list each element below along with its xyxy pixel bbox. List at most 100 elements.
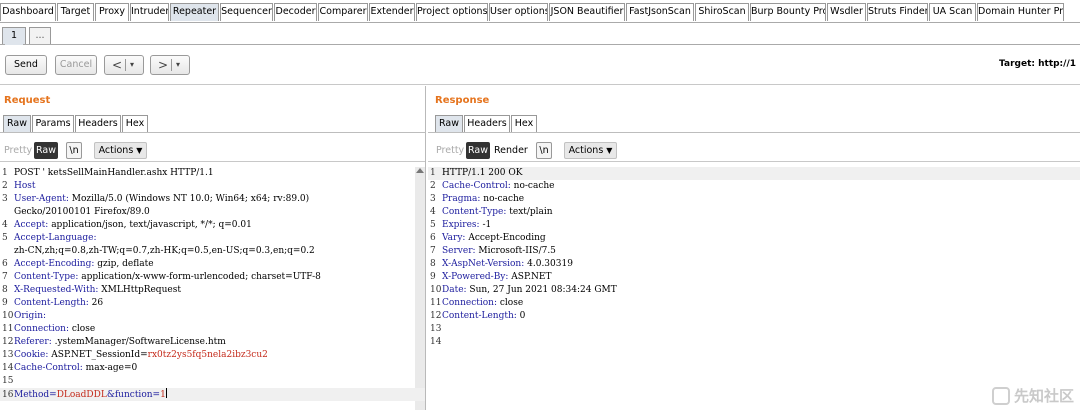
- render-button[interactable]: Render: [493, 142, 528, 159]
- tab-struts-finder[interactable]: Struts Finder: [867, 3, 928, 21]
- header-name: Pragma:: [442, 194, 481, 204]
- header-value: .ystemManager/SoftwareLicense.htm: [51, 337, 226, 347]
- newline-toggle-button[interactable]: \n: [66, 142, 82, 159]
- response-tab-raw[interactable]: Raw: [435, 115, 463, 133]
- line-number: 10: [430, 285, 442, 295]
- tab-wsdler[interactable]: Wsdler: [827, 3, 866, 21]
- response-tab-headers[interactable]: Headers: [464, 115, 510, 133]
- main-tab-bar: Dashboard Target Proxy Intruder Repeater Sequ…: [0, 0, 1080, 23]
- request-tab-hex[interactable]: Hex: [122, 115, 148, 133]
- request-tab-raw[interactable]: Raw: [3, 115, 31, 133]
- divider: [428, 132, 1080, 133]
- response-tab-hex[interactable]: Hex: [511, 115, 537, 133]
- tab-fastjsonscan[interactable]: FastJsonScan: [626, 3, 694, 21]
- history-back-button[interactable]: < ▾: [104, 55, 144, 75]
- raw-button[interactable]: Raw: [466, 142, 490, 159]
- header-name: Vary:: [442, 233, 466, 243]
- request-tab-params[interactable]: Params: [32, 115, 74, 133]
- tab-decoder[interactable]: Decoder: [274, 3, 317, 21]
- editor-line: 3 Pragma: no-cache: [428, 193, 1080, 206]
- header-name: Cache-Control:: [442, 181, 511, 191]
- line-number: 7: [2, 272, 8, 282]
- line-number: 13: [430, 324, 442, 334]
- editor-line: 9 Content-Length: 26: [0, 297, 425, 310]
- header-name: Accept-Language:: [14, 233, 97, 243]
- tab-burp-bounty-pro[interactable]: Burp Bounty Pro: [750, 3, 826, 21]
- tab-extender[interactable]: Extender: [369, 3, 415, 21]
- header-value: application/x-www-form-urlencoded; chars…: [78, 272, 321, 282]
- cancel-button[interactable]: Cancel: [55, 55, 97, 75]
- history-forward-button[interactable]: > ▾: [150, 55, 190, 75]
- tab-user-options[interactable]: User options: [489, 3, 548, 21]
- tab-dashboard[interactable]: Dashboard: [0, 3, 56, 21]
- tab-json-beautifier[interactable]: JSON Beautifier: [549, 3, 625, 21]
- target-label[interactable]: Target: http://1: [999, 59, 1076, 69]
- repeater-new-tab[interactable]: ...: [29, 27, 51, 44]
- header-value: Accept-Encoding: [465, 233, 546, 243]
- header-name: Expires:: [442, 220, 480, 230]
- send-button[interactable]: Send: [5, 55, 47, 75]
- line-number: 12: [430, 311, 442, 321]
- header-value: 0: [516, 311, 526, 321]
- header-name: Method=: [14, 390, 57, 400]
- raw-button[interactable]: Raw: [34, 142, 58, 159]
- line-number: 11: [2, 324, 14, 334]
- header-name: Accept:: [14, 220, 49, 230]
- editor-line: 8 X-Requested-With: XMLHttpRequest: [0, 284, 425, 297]
- header-name: User-Agent:: [14, 194, 69, 204]
- header-name: X-AspNet-Version:: [442, 259, 525, 269]
- tab-proxy[interactable]: Proxy: [95, 3, 129, 21]
- tab-repeater[interactable]: Repeater: [170, 3, 219, 21]
- tab-target[interactable]: Target: [57, 3, 94, 21]
- line-number: 13: [2, 350, 14, 360]
- line-number: 9: [430, 272, 436, 282]
- watermark-logo-icon: [991, 387, 1010, 405]
- header-name: Cookie:: [14, 350, 49, 360]
- tab-sequencer[interactable]: Sequencer: [220, 3, 273, 21]
- param-name: &function=: [106, 390, 161, 400]
- line-number: 11: [430, 298, 442, 308]
- header-name: Server:: [442, 246, 476, 256]
- response-editor[interactable]: 1 HTTP/1.1 200 OK 2 Cache-Control: no-cache…: [428, 167, 1080, 410]
- repeater-tab-1[interactable]: 1: [2, 27, 26, 45]
- tab-comparer[interactable]: Comparer: [318, 3, 368, 21]
- text-cursor: [165, 388, 167, 398]
- pretty-button[interactable]: Pretty: [3, 142, 32, 159]
- editor-line: 6 Vary: Accept-Encoding: [428, 232, 1080, 245]
- chevron-down-icon: ▾: [130, 60, 135, 69]
- header-value: 4.0.30319: [524, 259, 573, 269]
- header-value: Mozilla/5.0 (Windows NT 10.0; Win64; x64…: [68, 194, 310, 204]
- editor-line: 10Date: Sun, 27 Jun 2021 08:34:24 GMT: [428, 284, 1080, 297]
- request-editor[interactable]: 1 POST ' ketsSellMainHandler.ashx HTTP/1.…: [0, 167, 425, 410]
- line-number: 4: [2, 220, 8, 230]
- editor-line: 1 HTTP/1.1 200 OK: [428, 167, 1080, 180]
- header-value: no-cache: [480, 194, 525, 204]
- chevron-down-icon: ▼: [136, 146, 143, 155]
- tab-intruder[interactable]: Intruder: [130, 3, 169, 21]
- tab-shiroscan[interactable]: ShiroScan: [695, 3, 749, 21]
- header-value: gzip, deflate: [94, 259, 154, 269]
- request-pane: Request Raw Params Headers Hex Pretty Raw \…: [0, 86, 426, 410]
- header-name: Content-Length:: [442, 311, 517, 321]
- line-number: 6: [2, 259, 8, 269]
- actions-menu-button[interactable]: Actions ▼: [94, 142, 147, 159]
- tab-ua-scan[interactable]: UA Scan: [929, 3, 976, 21]
- request-tab-headers[interactable]: Headers: [75, 115, 121, 133]
- actions-menu-button[interactable]: Actions ▼: [564, 142, 617, 159]
- newline-toggle-button[interactable]: \n: [536, 142, 552, 159]
- tab-project-options[interactable]: Project options: [416, 3, 488, 21]
- header-name: Accept-Encoding:: [14, 259, 95, 269]
- header-value: ASP.NET: [508, 272, 552, 282]
- editor-line: 9 X-Powered-By: ASP.NET: [428, 271, 1080, 284]
- pretty-button[interactable]: Pretty: [435, 142, 464, 159]
- header-value: XMLHttpRequest: [98, 285, 181, 295]
- header-value: no-cache: [510, 181, 555, 191]
- tab-domain-hunter-pro[interactable]: Domain Hunter Pro: [977, 3, 1064, 21]
- editor-line: 2 Cache-Control: no-cache: [428, 180, 1080, 193]
- header-value: max-age=0: [82, 363, 138, 373]
- header-name: Origin:: [14, 311, 47, 321]
- editor-line: 3 User-Agent: Mozilla/5.0 (Windows NT 10.…: [0, 193, 425, 206]
- editor-line: 11Connection: close: [428, 297, 1080, 310]
- line-number: 3: [2, 194, 8, 204]
- editor-line: 13Cookie: ASP.NET_SessionId=rx0tz2ys5fq5…: [0, 349, 425, 362]
